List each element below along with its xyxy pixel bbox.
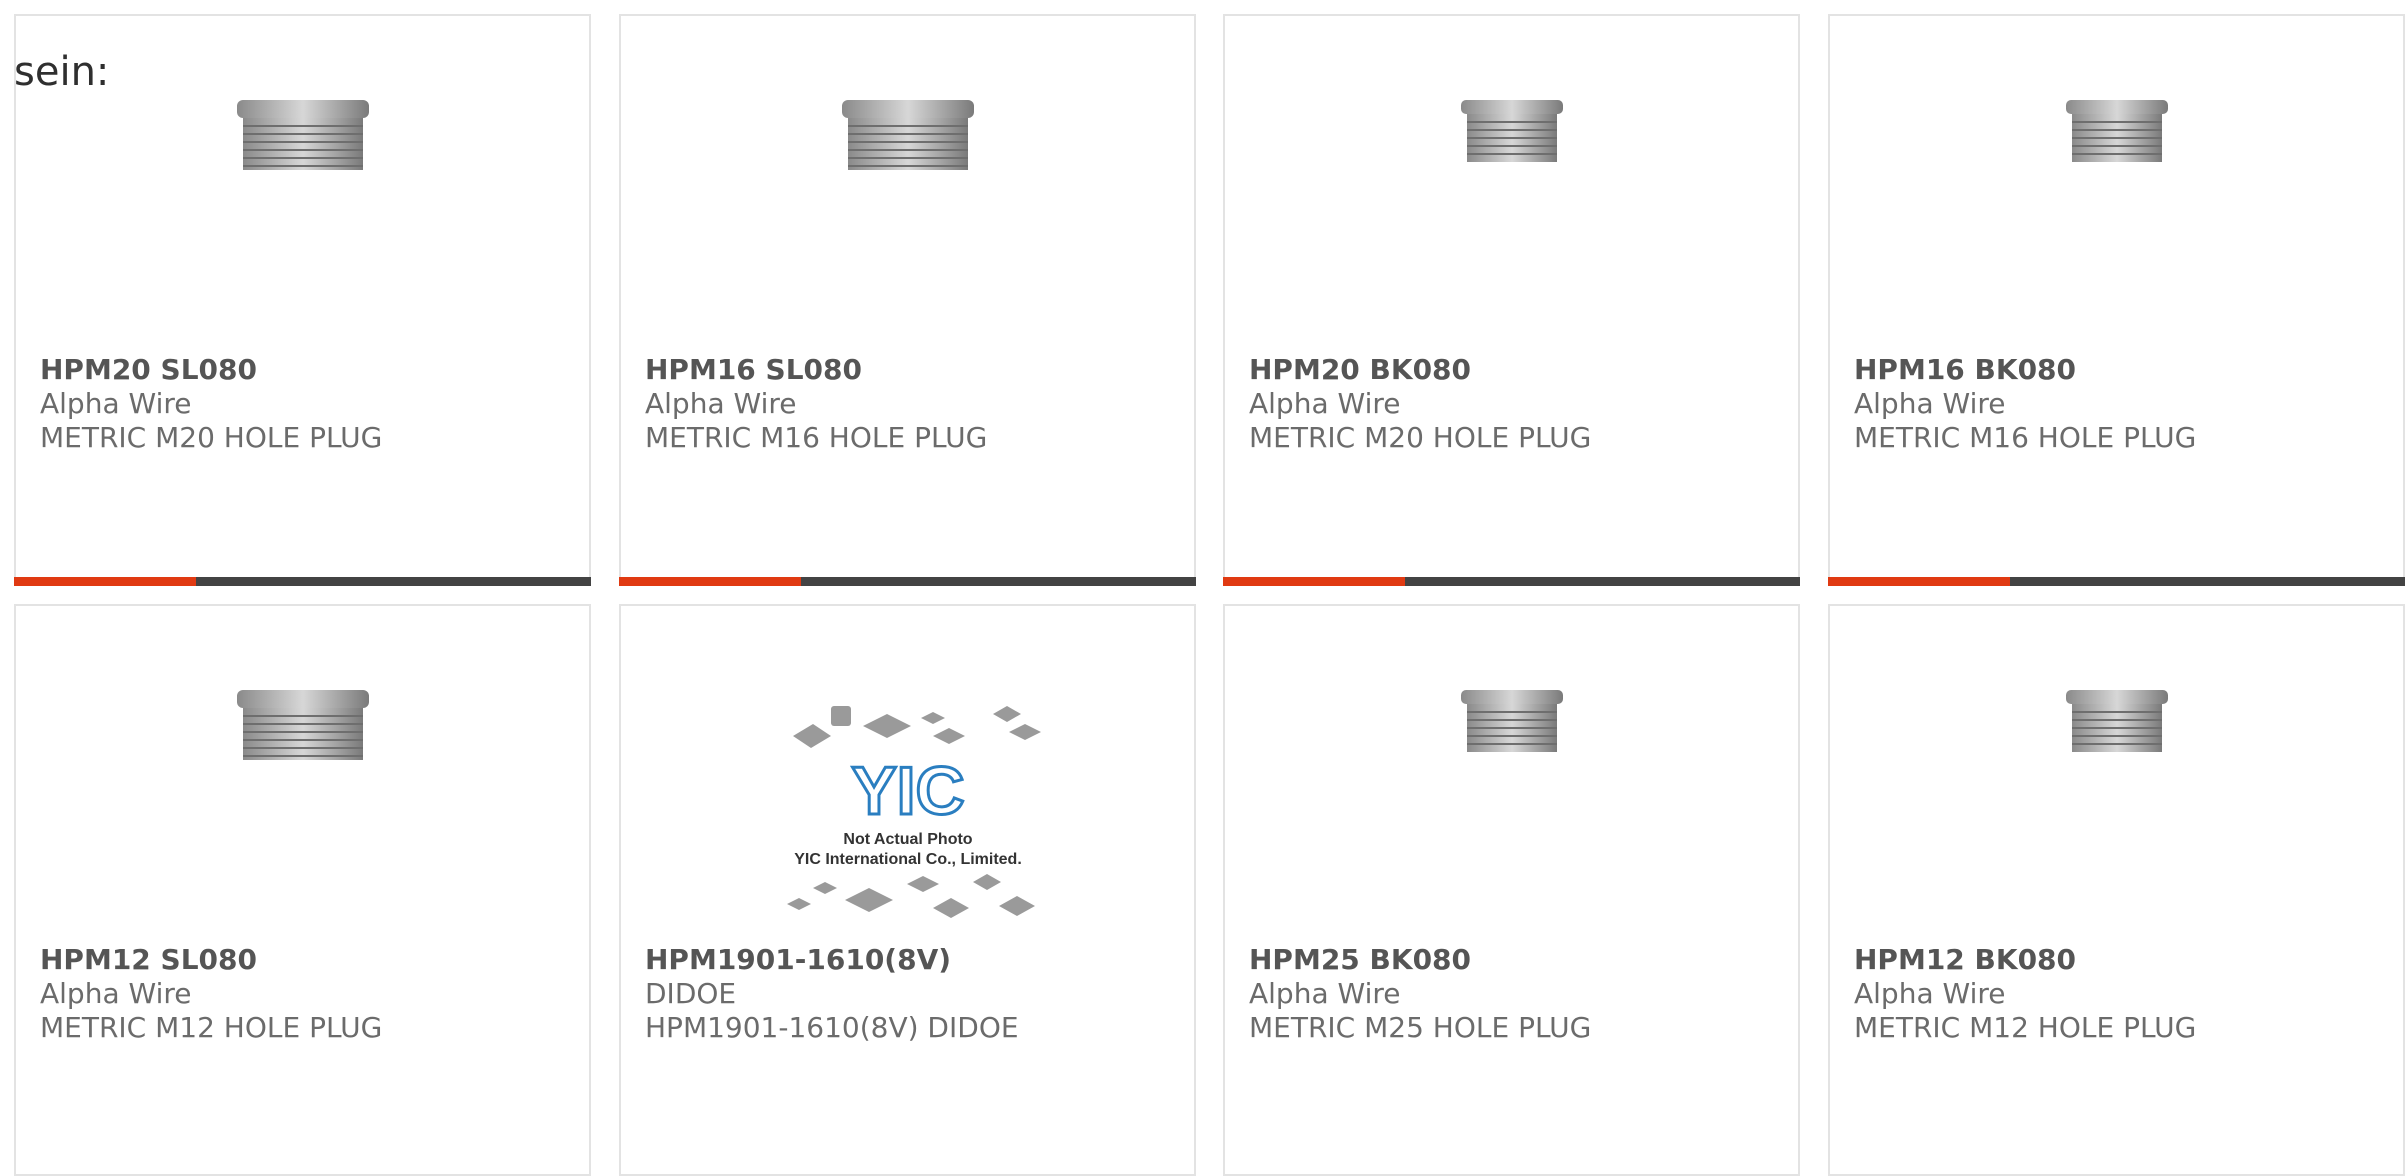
card-bar-accent xyxy=(619,577,801,586)
part-number[interactable]: HPM20 SL080 xyxy=(40,353,579,387)
description: METRIC M16 HOLE PLUG xyxy=(645,421,988,454)
part-number[interactable]: HPM12 BK080 xyxy=(1854,943,2393,977)
part-number[interactable]: HPM16 BK080 xyxy=(1854,353,2393,387)
placeholder-image: YIC Not Actual Photo YIC International C… xyxy=(786,706,1041,918)
product-card[interactable]: HPM16 SL080 Alpha Wire METRIC M16 HOLE P… xyxy=(619,14,1196,586)
manufacturer: DIDOE xyxy=(645,977,737,1010)
hole-plug-image xyxy=(236,690,369,760)
manufacturer: Alpha Wire xyxy=(1249,387,1401,420)
hole-plug-image xyxy=(841,100,974,170)
manufacturer: Alpha Wire xyxy=(645,387,797,420)
product-image[interactable] xyxy=(1830,686,2403,886)
part-number[interactable]: HPM25 BK080 xyxy=(1249,943,1788,977)
product-image[interactable] xyxy=(16,96,589,296)
hole-plug-image xyxy=(1460,100,1563,162)
card-bar-accent xyxy=(1223,577,1405,586)
hole-plug-image xyxy=(1460,690,1563,752)
description: METRIC M20 HOLE PLUG xyxy=(40,421,383,454)
manufacturer: Alpha Wire xyxy=(40,977,192,1010)
manufacturer: Alpha Wire xyxy=(1249,977,1401,1010)
part-number[interactable]: HPM16 SL080 xyxy=(645,353,1184,387)
description: METRIC M20 HOLE PLUG xyxy=(1249,421,1592,454)
product-card[interactable]: HPM25 BK080 Alpha Wire METRIC M25 HOLE P… xyxy=(1223,604,1800,1176)
manufacturer: Alpha Wire xyxy=(1854,387,2006,420)
card-bar xyxy=(1223,577,1800,586)
part-number[interactable]: HPM1901-1610(8V) xyxy=(645,943,1184,977)
card-bar xyxy=(1828,577,2405,586)
card-bar xyxy=(619,577,1196,586)
product-card[interactable]: HPM16 BK080 Alpha Wire METRIC M16 HOLE P… xyxy=(1828,14,2405,586)
product-card[interactable]: YIC Not Actual Photo YIC International C… xyxy=(619,604,1196,1176)
hole-plug-image xyxy=(236,100,369,170)
description: METRIC M12 HOLE PLUG xyxy=(40,1011,383,1044)
description: METRIC M16 HOLE PLUG xyxy=(1854,421,2197,454)
product-card[interactable]: HPM12 SL080 Alpha Wire METRIC M12 HOLE P… xyxy=(14,604,591,1176)
card-bar xyxy=(14,577,591,586)
product-card[interactable]: HPM12 BK080 Alpha Wire METRIC M12 HOLE P… xyxy=(1828,604,2405,1176)
description: HPM1901-1610(8V) DIDOE xyxy=(645,1011,1019,1044)
placeholder-line1: Not Actual Photo xyxy=(843,831,972,848)
card-bar-accent xyxy=(1828,577,2010,586)
product-card[interactable]: HPM20 BK080 Alpha Wire METRIC M20 HOLE P… xyxy=(1223,14,1800,586)
part-number[interactable]: HPM12 SL080 xyxy=(40,943,579,977)
hole-plug-image xyxy=(2065,100,2168,162)
placeholder-line2: YIC International Co., Limited. xyxy=(794,851,1022,868)
product-image[interactable] xyxy=(621,96,1194,296)
manufacturer: Alpha Wire xyxy=(1854,977,2006,1010)
product-image[interactable]: YIC Not Actual Photo YIC International C… xyxy=(621,696,1194,918)
description: METRIC M12 HOLE PLUG xyxy=(1854,1011,2197,1044)
card-bar-accent xyxy=(14,577,196,586)
product-image[interactable] xyxy=(1830,96,2403,296)
part-number[interactable]: HPM20 BK080 xyxy=(1249,353,1788,387)
manufacturer: Alpha Wire xyxy=(40,387,192,420)
product-image[interactable] xyxy=(16,686,589,886)
product-image[interactable] xyxy=(1225,96,1798,296)
yic-logo: YIC xyxy=(851,753,964,829)
intro-text: sein: xyxy=(14,49,110,95)
hole-plug-image xyxy=(2065,690,2168,752)
product-image[interactable] xyxy=(1225,686,1798,886)
description: METRIC M25 HOLE PLUG xyxy=(1249,1011,1592,1044)
